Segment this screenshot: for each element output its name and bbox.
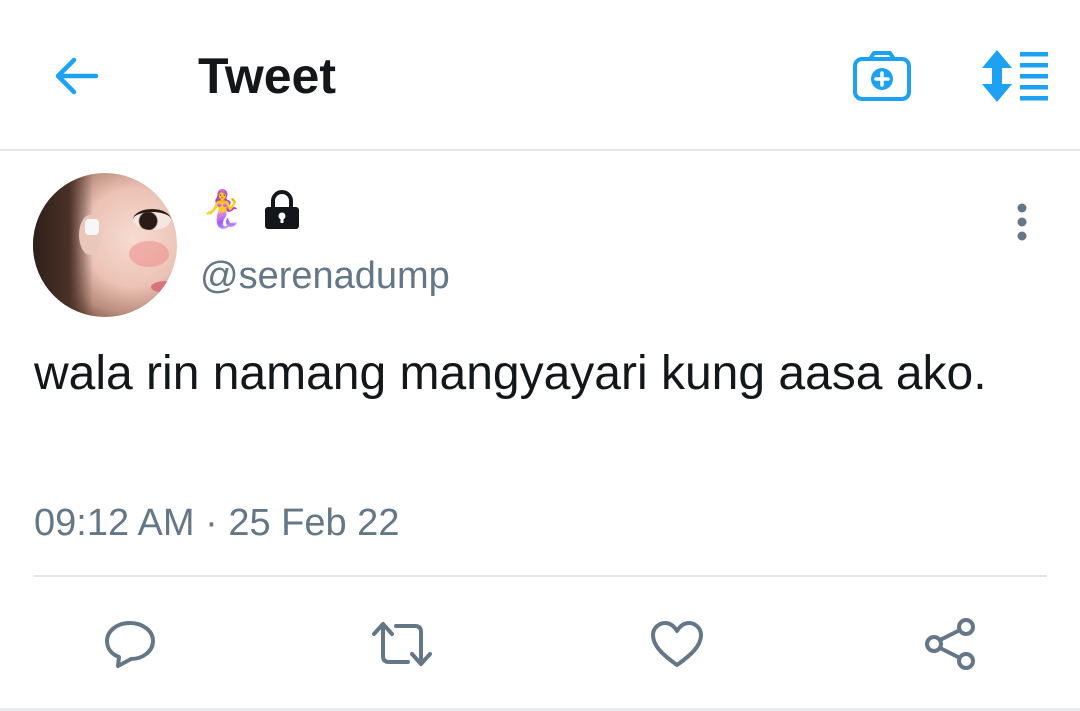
tweet-detail-screen: Tweet <box>0 0 1080 711</box>
user-handle[interactable]: @serenadump <box>200 253 450 299</box>
lock-icon <box>263 190 301 230</box>
tweet-actions-bar <box>0 612 1080 676</box>
like-icon <box>651 621 703 667</box>
sort-tweets-button[interactable] <box>974 44 1054 108</box>
tweet-text: wala rin namang mangyayari kung aasa ako… <box>34 347 987 400</box>
more-vertical-icon <box>1017 203 1027 241</box>
retweet-icon <box>372 622 432 666</box>
camera-button[interactable] <box>850 44 914 108</box>
page-title: Tweet <box>198 48 336 104</box>
reply-icon <box>105 621 155 668</box>
arrow-left-icon <box>55 57 99 95</box>
like-button[interactable] <box>645 612 709 676</box>
mermaid-emoji: 🧜‍♀️ <box>200 189 245 230</box>
display-name[interactable]: 🧜‍♀️ <box>200 186 301 234</box>
sort-list-icon <box>982 50 1048 102</box>
camera-add-icon <box>853 51 911 101</box>
share-button[interactable] <box>918 612 982 676</box>
avatar[interactable] <box>33 173 177 317</box>
share-icon <box>925 618 975 670</box>
retweet-button[interactable] <box>370 612 434 676</box>
divider <box>34 575 1047 577</box>
more-options-button[interactable] <box>1002 198 1042 246</box>
reply-button[interactable] <box>98 612 162 676</box>
tweet-timestamp: 09:12 AM · 25 Feb 22 <box>34 502 400 544</box>
top-app-bar: Tweet <box>0 0 1080 151</box>
back-button[interactable] <box>48 48 104 104</box>
